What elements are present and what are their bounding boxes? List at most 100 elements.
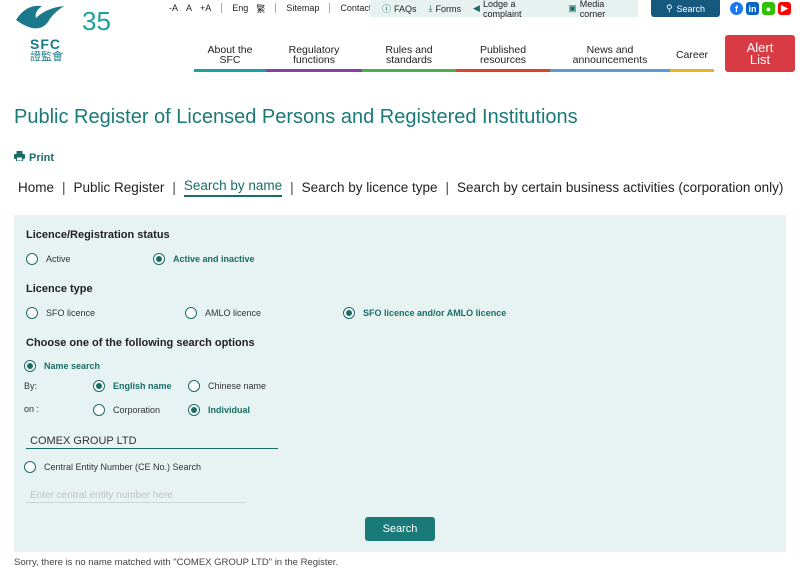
status-section-title: Licence/Registration status	[26, 229, 170, 241]
status-active-radio[interactable]: Active	[26, 253, 71, 265]
alert-list-label: Alert List	[747, 41, 774, 66]
complaint-link[interactable]: ◀ Lodge a complaint	[473, 0, 556, 19]
complaint-label: Lodge a complaint	[482, 0, 522, 19]
nav-news-label: News and announcements	[572, 44, 648, 66]
nav-published-line2: resources	[479, 53, 527, 66]
faqs-link[interactable]: ⓘ FAQs	[382, 2, 417, 15]
on-label: on :	[24, 404, 40, 414]
linkedin-icon[interactable]: in	[746, 2, 759, 15]
individual-radio[interactable]: Individual	[188, 404, 250, 416]
nav-rules-line2: standards	[385, 53, 433, 66]
breadcrumb-home[interactable]: Home	[18, 180, 54, 195]
tab-search-by-activities[interactable]: Search by certain business activities (c…	[457, 180, 783, 195]
english-name-radio[interactable]: English name	[93, 380, 172, 392]
print-label: Print	[29, 151, 55, 164]
nav-published[interactable]: Published resources	[456, 40, 550, 72]
type-sfo-label: SFO licence	[46, 308, 96, 318]
nav-rules-label: Rules and standards	[385, 44, 433, 66]
main-nav: About the SFC Regulatory functions Rules a…	[194, 40, 714, 72]
type-sfo-radio[interactable]: SFO licence	[26, 307, 95, 319]
radio-circle	[93, 380, 105, 392]
logo-chinese: 證監會	[30, 51, 63, 63]
chinese-name-label: Chinese name	[208, 381, 267, 391]
font-decrease-link[interactable]: -A	[165, 3, 182, 13]
breadcrumb: Home | Public Register | Search by name …	[18, 178, 783, 197]
nav-career[interactable]: Career	[670, 40, 714, 72]
radio-circle	[93, 404, 105, 416]
breadcrumb-separator: |	[62, 180, 66, 195]
lang-zh-link[interactable]: 繁	[252, 2, 269, 15]
breadcrumb-separator: |	[172, 180, 176, 195]
no-result-message: Sorry, there is no name matched with "CO…	[14, 557, 339, 568]
print-button[interactable]: Print	[14, 151, 54, 164]
site-search-label: Search	[676, 3, 706, 14]
printer-icon	[14, 151, 25, 164]
radio-circle	[343, 307, 355, 319]
status-active-label: Active	[46, 254, 71, 264]
nav-career-label: Career	[675, 48, 709, 61]
media-corner-link[interactable]: ▣ Media corner	[568, 0, 632, 19]
font-increase-link[interactable]: +A	[196, 3, 215, 13]
nav-about[interactable]: About the SFC	[194, 40, 266, 72]
facebook-icon[interactable]: f	[730, 2, 743, 15]
chinese-name-radio[interactable]: Chinese name	[188, 380, 266, 392]
anniversary-mark: 35	[82, 6, 111, 36]
radio-circle	[153, 253, 165, 265]
social-links: f in ● ▶	[730, 2, 791, 15]
faqs-label: FAQs	[394, 3, 417, 14]
media-corner-label: Media corner	[579, 0, 606, 19]
nav-news-line2: announcements	[572, 53, 648, 66]
divider	[329, 3, 331, 13]
page-title: Public Register of Licensed Persons and …	[14, 106, 578, 128]
status-both-radio[interactable]: Active and inactive	[153, 253, 255, 265]
nav-rules[interactable]: Rules and standards	[362, 40, 456, 72]
nav-published-label: Published resources	[479, 44, 527, 66]
tab-search-by-name[interactable]: Search by name	[183, 178, 283, 197]
forms-link[interactable]: ⤓ Forms	[429, 3, 461, 14]
nav-regulatory[interactable]: Regulatory functions	[266, 40, 362, 72]
search-icon: ⚲	[665, 3, 673, 13]
name-search-input[interactable]	[26, 434, 278, 449]
radio-circle	[26, 307, 38, 319]
youtube-icon[interactable]: ▶	[778, 2, 791, 15]
lang-en-link[interactable]: Eng	[228, 3, 252, 13]
ce-number-input[interactable]	[26, 489, 246, 503]
type-amlo-radio[interactable]: AMLO licence	[185, 307, 261, 319]
tab-search-by-licence[interactable]: Search by licence type	[302, 180, 438, 195]
corporation-radio[interactable]: Corporation	[93, 404, 160, 416]
sfc-logo[interactable]: SFC 證監會 35	[12, 0, 111, 63]
alert-list-button[interactable]: Alert List	[725, 35, 795, 72]
type-both-label: SFO licence and/or AMLO licence	[363, 308, 507, 318]
site-search-button[interactable]: ⚲ Search	[651, 0, 720, 17]
nav-regulatory-label: Regulatory functions	[289, 44, 340, 66]
help-icon: ⓘ	[382, 4, 392, 14]
radio-circle	[26, 253, 38, 265]
ce-search-label: Central Entity Number (CE No.) Search	[44, 462, 202, 472]
nav-about-label: About the SFC	[208, 44, 253, 66]
wechat-icon[interactable]: ●	[762, 2, 775, 15]
type-both-radio[interactable]: SFO licence and/or AMLO licence	[343, 307, 506, 319]
util-links: ⓘ FAQs ⤓ Forms ◀ Lodge a complaint ▣ Med…	[370, 0, 638, 19]
radio-circle	[24, 360, 36, 372]
breadcrumb-separator: |	[290, 180, 294, 195]
individual-label: Individual	[208, 405, 251, 415]
name-search-radio[interactable]: Name search	[24, 360, 100, 372]
top-utility-bar: -A A +A Eng 繁 Sitemap Contact us	[165, 0, 387, 16]
status-both-label: Active and inactive	[173, 254, 255, 264]
radio-circle	[24, 461, 36, 473]
download-icon: ⤓	[428, 3, 433, 13]
font-normal-link[interactable]: A	[182, 3, 196, 13]
megaphone-icon: ◀	[473, 3, 480, 13]
nav-regulatory-line2: functions	[292, 53, 336, 66]
ce-search-radio[interactable]: Central Entity Number (CE No.) Search	[24, 461, 201, 473]
english-name-label: English name	[113, 381, 172, 391]
breadcrumb-public-register[interactable]: Public Register	[74, 180, 165, 195]
sitemap-link[interactable]: Sitemap	[282, 3, 323, 13]
breadcrumb-separator: |	[445, 180, 450, 195]
nav-news[interactable]: News and announcements	[550, 40, 670, 72]
nav-about-line2: SFC	[219, 53, 241, 66]
radio-circle	[188, 404, 200, 416]
eagle-icon	[16, 5, 64, 29]
name-search-label: Name search	[44, 361, 101, 371]
search-submit-button[interactable]: Search	[365, 517, 435, 541]
